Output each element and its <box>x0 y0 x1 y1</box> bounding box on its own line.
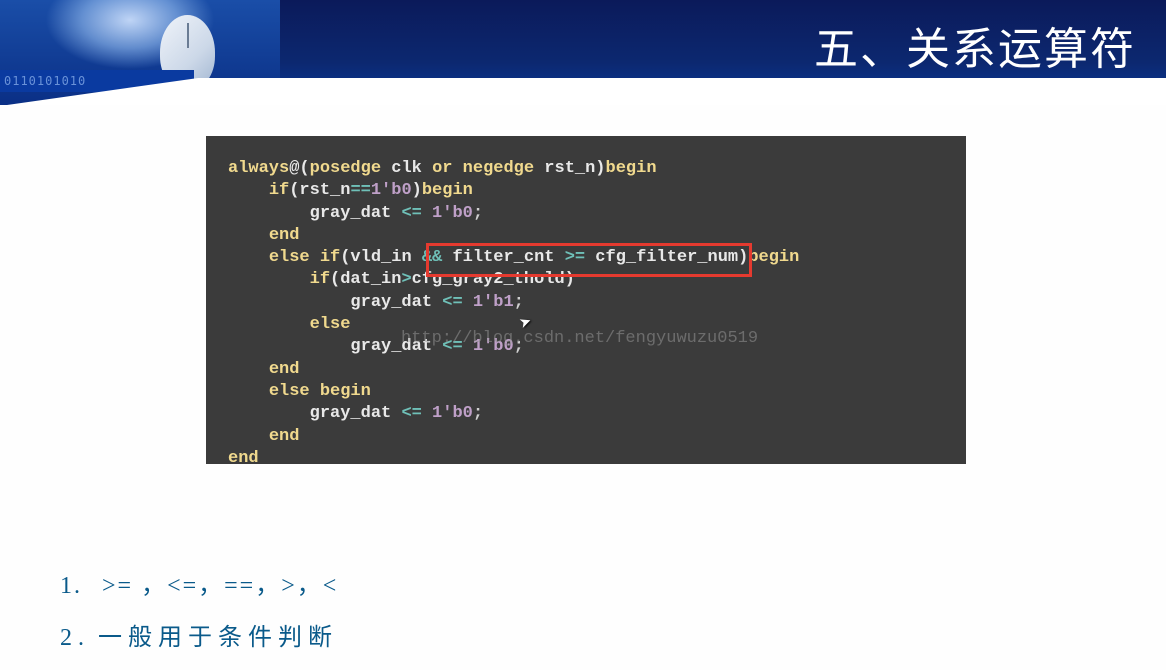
slide-title: 五、关系运算符 <box>814 0 1166 90</box>
code-block: always@(posedge clk or negedge rst_n)beg… <box>206 136 966 464</box>
watermark: http://blog.csdn.net/fengyuwuzu0519 <box>401 328 758 350</box>
note-number-1: 1. <box>60 560 86 612</box>
note-number-2: 2. <box>60 612 86 664</box>
note-text-1: >= ，<=，==，>，< <box>102 573 338 599</box>
notes-list: 1. >= ，<=，==，>，< 2. 一般用于条件判断 <box>60 560 338 664</box>
slide-header: 0110101010 五、关系运算符 <box>0 0 1166 105</box>
note-text-2: 一般用于条件判断 <box>98 625 338 651</box>
header-curve <box>0 78 1166 105</box>
kw-always: always <box>228 159 289 178</box>
